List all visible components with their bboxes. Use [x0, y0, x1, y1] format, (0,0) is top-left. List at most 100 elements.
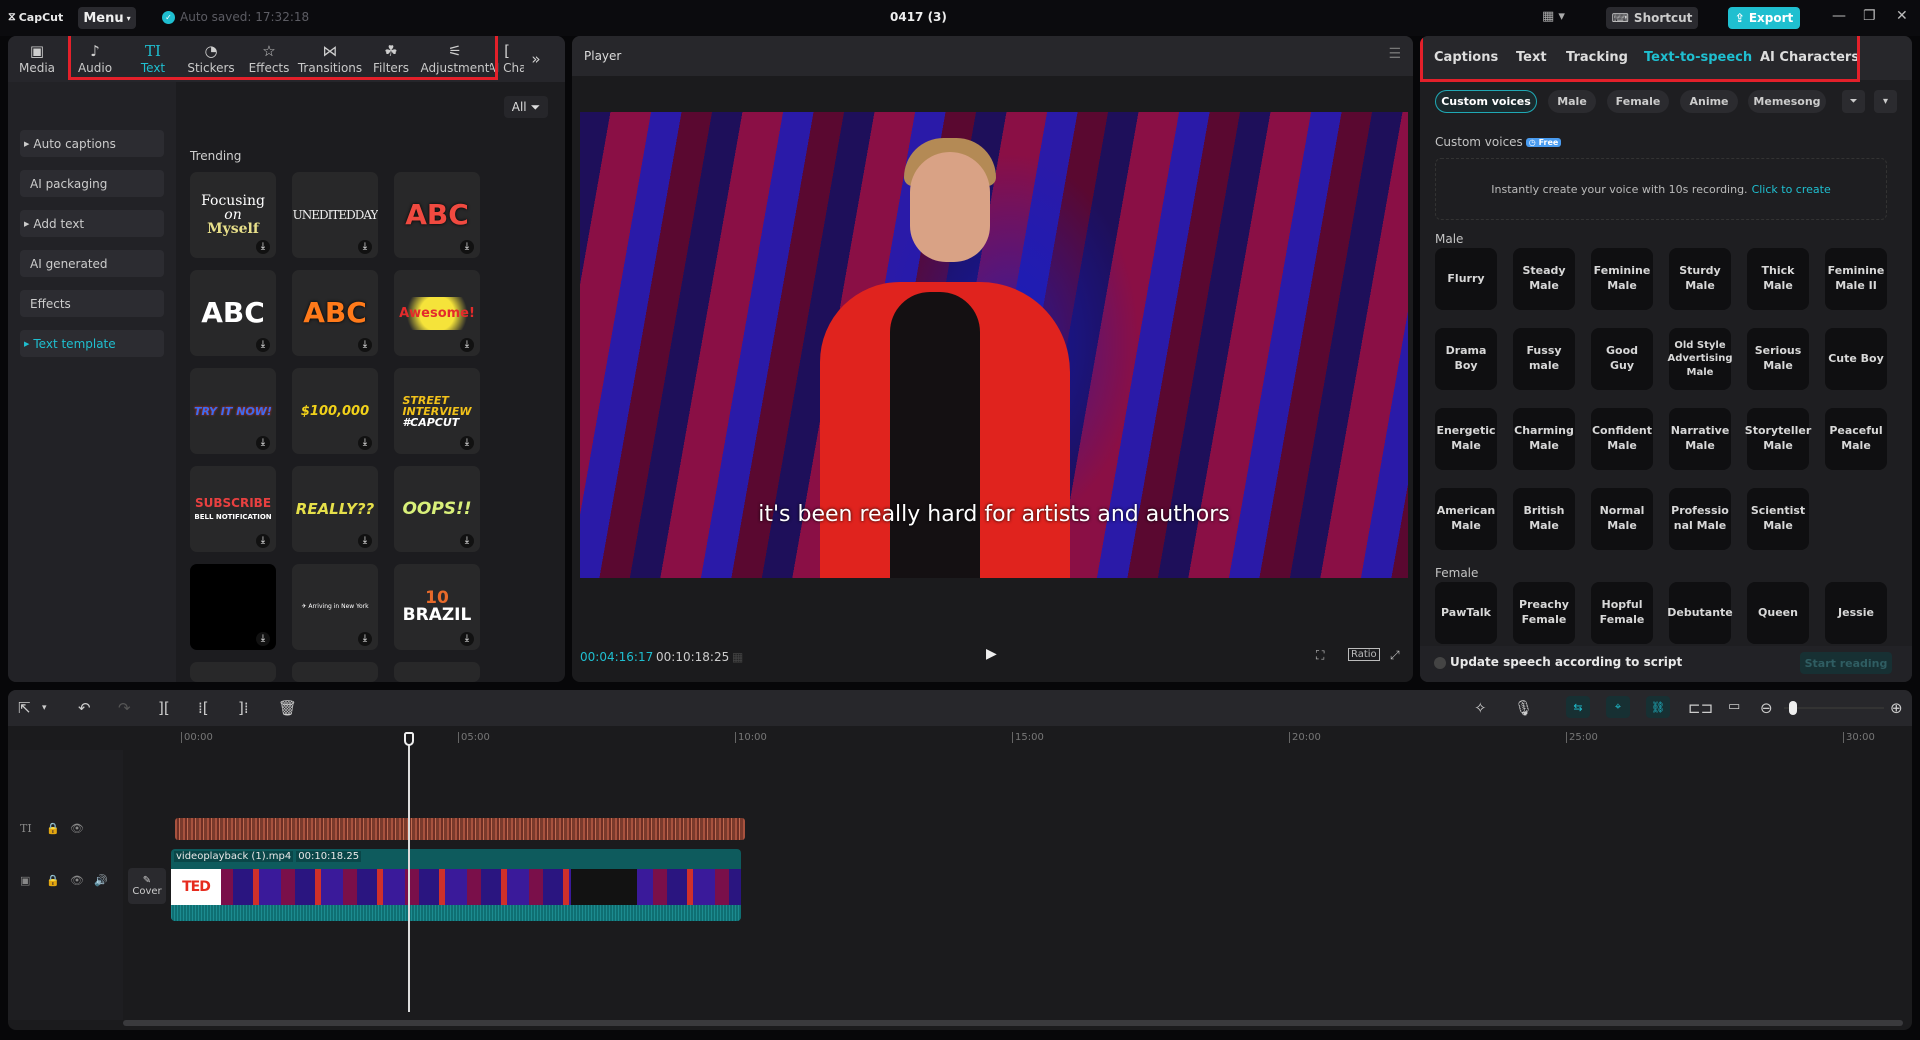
timeline-zoom-slider[interactable]: [1784, 701, 1884, 715]
voice-card[interactable]: Preachy Female: [1513, 582, 1575, 644]
click-to-create-link[interactable]: Click to create: [1752, 183, 1831, 196]
voice-card[interactable]: American Male: [1435, 488, 1497, 550]
download-icon[interactable]: ⤓: [460, 436, 474, 450]
sidebar-item-add-text[interactable]: ▶ Add text: [20, 210, 164, 237]
download-icon[interactable]: ⤓: [358, 240, 372, 254]
voice-card[interactable]: Fussy male: [1513, 328, 1575, 390]
chip-anime[interactable]: Anime: [1680, 90, 1738, 113]
split-icon[interactable]: ][: [158, 699, 170, 717]
filter-icon[interactable]: ⏷: [1842, 90, 1865, 113]
chip-memesong[interactable]: Memesong: [1748, 90, 1826, 113]
audio-volume-icon[interactable]: 🔊: [94, 874, 108, 887]
download-icon[interactable]: ⤓: [256, 632, 270, 646]
delete-icon[interactable]: 🗑: [278, 699, 297, 717]
tab-transitions[interactable]: ⋈ Transitions: [298, 36, 362, 82]
more-tabs-button[interactable]: »: [524, 36, 548, 82]
template-card[interactable]: [190, 662, 276, 682]
template-card[interactable]: UNEDITEDDAY ⤓: [292, 172, 378, 258]
voice-card[interactable]: Confident Male: [1591, 408, 1653, 470]
template-card[interactable]: [292, 662, 378, 682]
zoom-fit-icon[interactable]: ⛶: [1316, 648, 1324, 663]
voice-card[interactable]: PawTalk: [1435, 582, 1497, 644]
start-reading-button[interactable]: Start reading: [1800, 652, 1892, 674]
tab-tracking[interactable]: Tracking: [1566, 50, 1628, 65]
tab-effects[interactable]: ☆ Effects: [240, 36, 298, 82]
template-card[interactable]: ABC ⤓: [394, 172, 480, 258]
voice-card[interactable]: Narrative Male: [1669, 408, 1731, 470]
voice-card[interactable]: Old Style Advertising Male: [1668, 328, 1733, 390]
voice-card[interactable]: Peaceful Male: [1825, 408, 1887, 470]
link-clips-icon[interactable]: ⛓: [1646, 696, 1670, 718]
voice-card[interactable]: British Male: [1513, 488, 1575, 550]
template-card[interactable]: Awesome! ⤓: [394, 270, 480, 356]
ratio-button[interactable]: Ratio: [1348, 648, 1380, 661]
zoom-in-icon[interactable]: ⊕: [1890, 699, 1903, 717]
filter-all-button[interactable]: All ⏷: [504, 96, 548, 118]
undo-icon[interactable]: ↶: [78, 699, 91, 717]
sidebar-item-ai-generated[interactable]: AI generated: [20, 250, 164, 277]
template-card[interactable]: $100,000 ⤓: [292, 368, 378, 454]
video-clip[interactable]: videoplayback (1).mp4 00:10:18.25 TED: [171, 849, 741, 921]
sidebar-item-effects[interactable]: Effects: [20, 290, 164, 317]
eye-icon[interactable]: 👁: [70, 822, 84, 835]
chip-female[interactable]: Female: [1607, 90, 1669, 113]
caption-overlay[interactable]: it's been really hard for artists and au…: [580, 502, 1408, 527]
voice-card[interactable]: Steady Male: [1513, 248, 1575, 310]
voice-card[interactable]: Feminine Male: [1591, 248, 1653, 310]
minimize-icon[interactable]: —: [1832, 8, 1846, 24]
template-card[interactable]: ⤓: [190, 564, 276, 650]
template-card[interactable]: ✈ Arriving in New York ⤓: [292, 564, 378, 650]
tab-text[interactable]: Text: [1516, 50, 1547, 65]
layout-icon[interactable]: ▦ ▾: [1542, 9, 1565, 24]
download-icon[interactable]: ⤓: [460, 338, 474, 352]
voice-card[interactable]: Feminine Male II: [1825, 248, 1887, 310]
restore-icon[interactable]: ❐: [1863, 8, 1876, 24]
video-preview[interactable]: it's been really hard for artists and au…: [580, 112, 1408, 578]
template-card[interactable]: SUBSCRIBE BELL NOTIFICATION ⤓: [190, 466, 276, 552]
download-icon[interactable]: ⤓: [256, 534, 270, 548]
tab-media[interactable]: ▣ Media: [8, 36, 66, 82]
tab-text-to-speech[interactable]: Text-to-speech: [1644, 50, 1752, 65]
fullscreen-icon[interactable]: ⤢: [1390, 648, 1400, 663]
template-card[interactable]: Focusing on Myself ⤓: [190, 172, 276, 258]
grid-icon[interactable]: ▦: [732, 650, 743, 664]
voice-card[interactable]: Energetic Male: [1435, 408, 1497, 470]
lock-icon[interactable]: 🔒: [46, 822, 60, 835]
play-icon[interactable]: ▶: [986, 646, 997, 662]
download-icon[interactable]: ⤓: [460, 632, 474, 646]
voice-card[interactable]: Professio nal Male: [1669, 488, 1731, 550]
chevron-down-icon[interactable]: ▾: [1874, 90, 1897, 113]
chip-male[interactable]: Male: [1548, 90, 1596, 113]
playhead[interactable]: [404, 732, 414, 1012]
update-speech-checkbox[interactable]: [1434, 657, 1446, 669]
menu-button[interactable]: Menu ▾: [78, 7, 136, 29]
main-track-magnet-icon[interactable]: ⇆: [1566, 696, 1590, 718]
tab-text[interactable]: TI Text: [124, 36, 182, 82]
ai-magic-icon[interactable]: ✧: [1474, 699, 1487, 717]
sidebar-item-auto-captions[interactable]: ▶ Auto captions: [20, 130, 164, 157]
download-icon[interactable]: ⤓: [460, 240, 474, 254]
voice-card[interactable]: Sturdy Male: [1669, 248, 1731, 310]
voice-card[interactable]: Serious Male: [1747, 328, 1809, 390]
playhead-handle[interactable]: [404, 732, 414, 746]
voice-card[interactable]: Storyteller Male: [1745, 408, 1811, 470]
select-tool-icon[interactable]: ⇱: [18, 699, 31, 717]
shortcut-button[interactable]: ⌨ Shortcut: [1606, 7, 1698, 29]
preview-axis-icon[interactable]: ⊏⊐: [1688, 699, 1713, 717]
voice-card[interactable]: Thick Male: [1747, 248, 1809, 310]
download-icon[interactable]: ⤓: [358, 436, 372, 450]
tab-audio[interactable]: ♪ Audio: [66, 36, 124, 82]
download-icon[interactable]: ⤓: [358, 534, 372, 548]
tab-adjustment[interactable]: ⚟ Adjustment: [420, 36, 490, 82]
voice-card[interactable]: Drama Boy: [1435, 328, 1497, 390]
zoom-out-icon[interactable]: ⊖: [1760, 699, 1773, 717]
eye-icon[interactable]: 👁: [70, 874, 84, 887]
tab-filters[interactable]: ☘ Filters: [362, 36, 420, 82]
timeline-horizontal-scrollbar[interactable]: [123, 1020, 1903, 1026]
chip-custom-voices[interactable]: Custom voices: [1435, 90, 1537, 113]
tab-stickers[interactable]: ◔ Stickers: [182, 36, 240, 82]
voice-card[interactable]: Debutante: [1667, 582, 1733, 644]
caption-track-clip[interactable]: [175, 818, 745, 840]
template-card[interactable]: OOPS!! ⤓: [394, 466, 480, 552]
template-card[interactable]: TRY IT NOW! ⤓: [190, 368, 276, 454]
